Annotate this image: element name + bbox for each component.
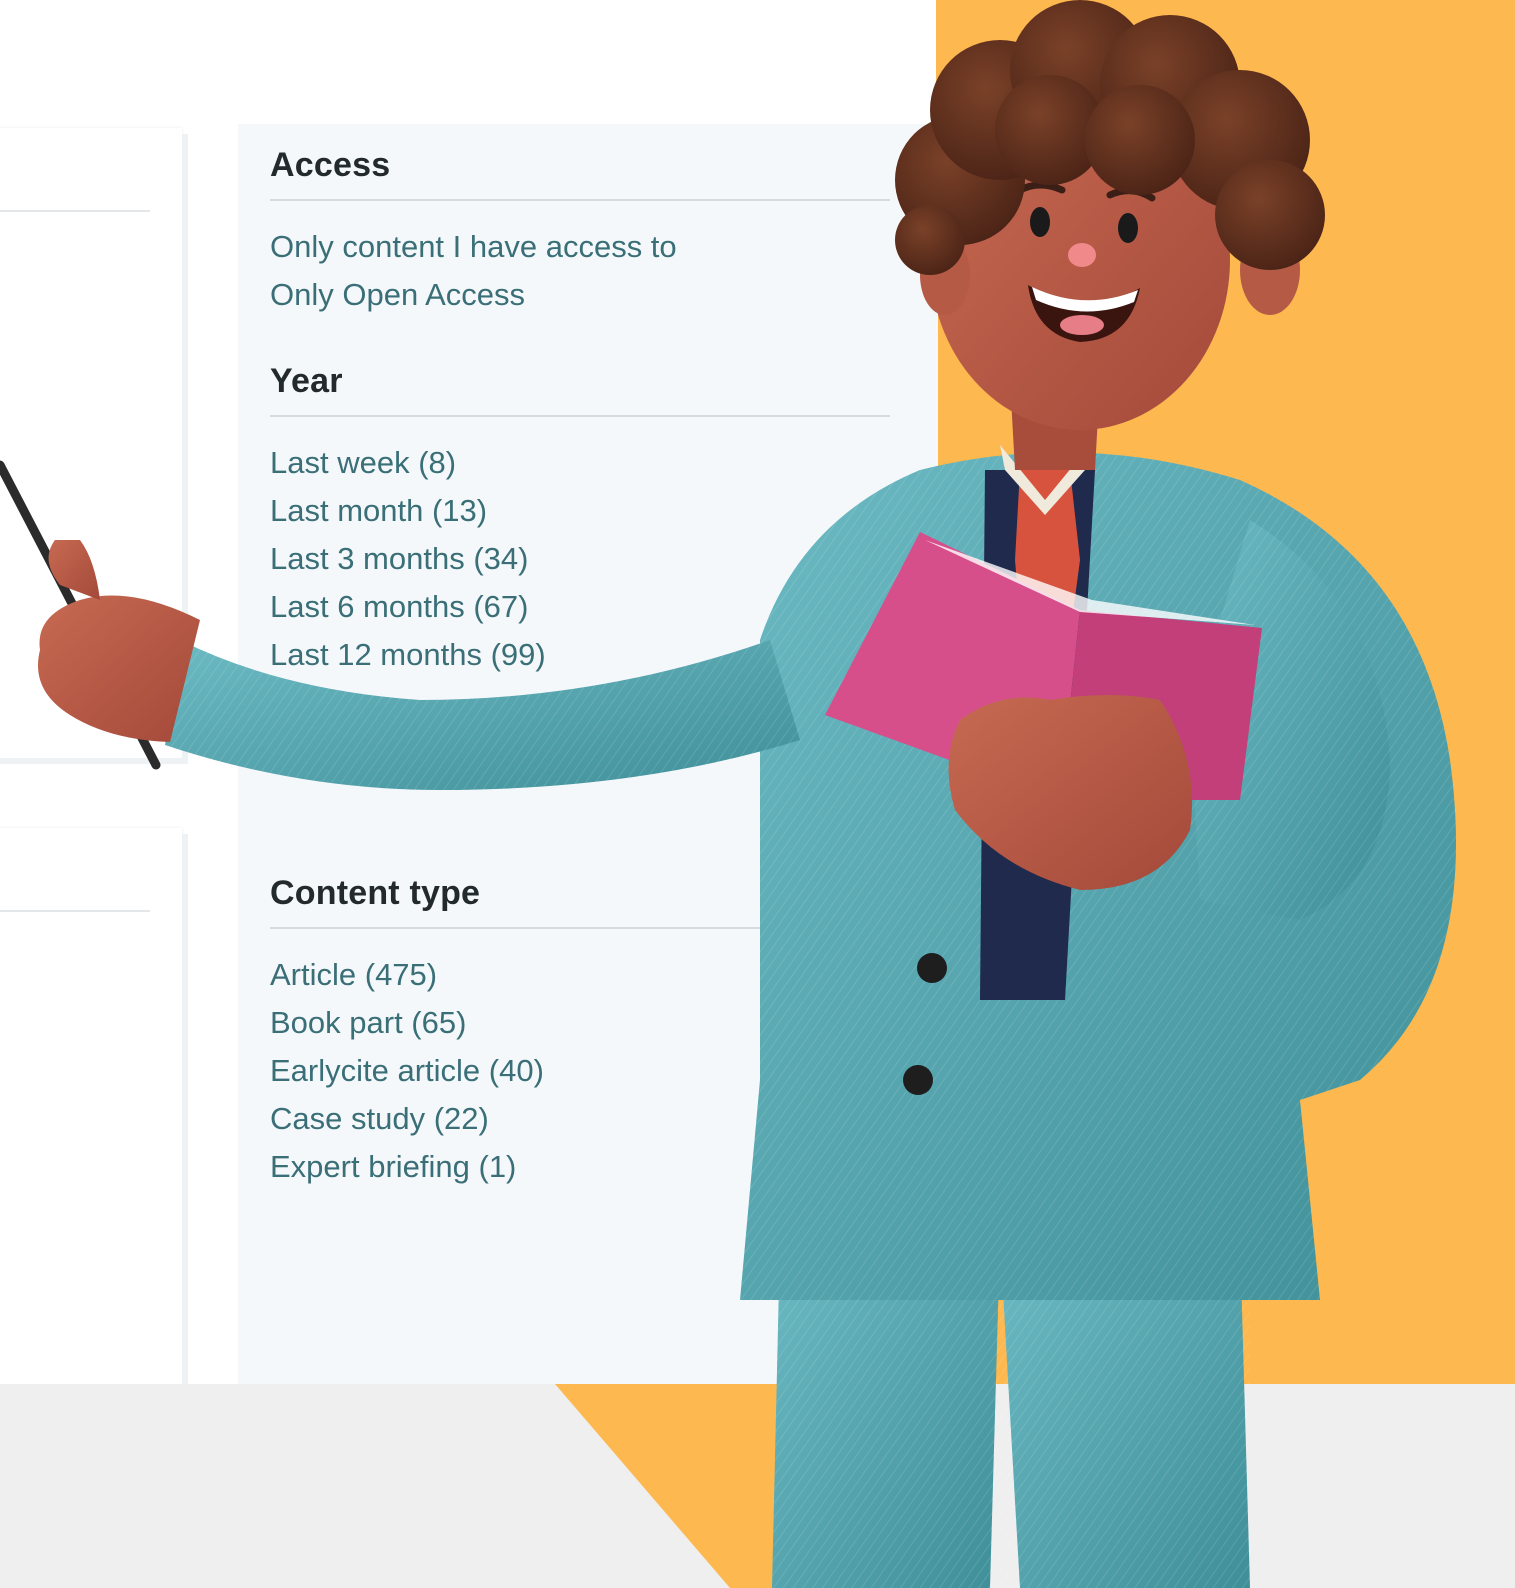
teacher-character-illustration <box>0 0 1456 1588</box>
